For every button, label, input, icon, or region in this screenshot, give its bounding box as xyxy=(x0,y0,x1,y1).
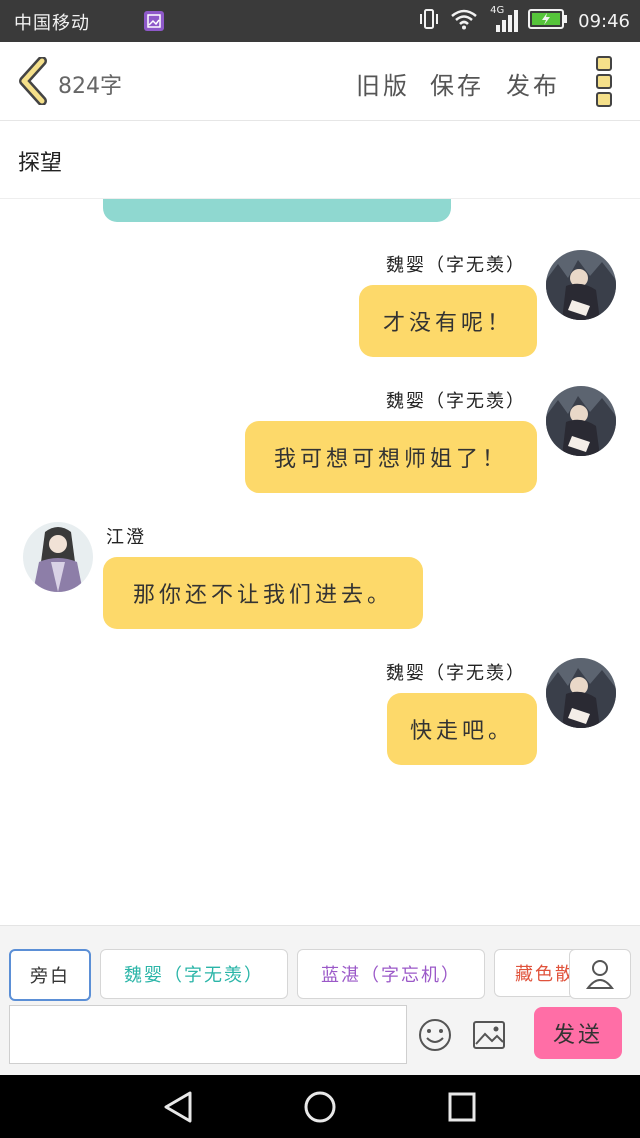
speaker-name: 魏婴（字无羡） xyxy=(386,663,526,684)
message-input[interactable] xyxy=(9,1005,407,1064)
avatar-wei-ying[interactable] xyxy=(546,250,616,320)
chat-area[interactable]: 魏婴（字无羡） 才没有呢！ 魏婴（字无羡） 我可想可想师姐了！ 江澄 那你还不让… xyxy=(0,199,640,925)
carrier-name: 中国移动 xyxy=(14,13,90,34)
chip-label: 旁白 xyxy=(30,966,70,987)
speaker-name: 江澄 xyxy=(106,527,146,548)
nav-recents-icon[interactable] xyxy=(447,1091,477,1123)
publish-button[interactable]: 发布 xyxy=(506,66,560,101)
more-menu-icon[interactable] xyxy=(592,56,616,108)
status-bar: 中国移动 4G 09:46 xyxy=(0,0,640,42)
chip-label: 蓝湛（字忘机） xyxy=(321,965,461,986)
add-character-button[interactable] xyxy=(569,949,631,999)
gallery-notification-icon xyxy=(144,11,164,31)
save-button[interactable]: 保存 xyxy=(430,66,484,101)
system-nav-bar xyxy=(0,1075,640,1138)
message-bubble[interactable]: 我可想可想师姐了！ xyxy=(245,421,537,493)
editor-toolbar: 824字 旧版 保存 发布 xyxy=(0,42,640,121)
chip-label: 魏婴（字无羡） xyxy=(124,965,264,986)
story-title[interactable]: 探望 xyxy=(18,145,62,177)
message-bubble[interactable]: 那你还不让我们进去。 xyxy=(103,557,423,629)
speaker-name: 魏婴（字无羡） xyxy=(386,255,526,276)
message-bubble[interactable]: 快走吧。 xyxy=(387,693,537,765)
word-count: 824字 xyxy=(58,74,122,99)
story-title-bar: 探望 xyxy=(0,121,640,199)
clock: 09:46 xyxy=(578,10,630,32)
old-version-button[interactable]: 旧版 xyxy=(356,66,410,101)
avatar-jiang-cheng[interactable] xyxy=(23,522,93,592)
character-chip-wei-ying[interactable]: 魏婴（字无羡） xyxy=(100,949,288,999)
character-chip-narrator[interactable]: 旁白 xyxy=(9,949,91,1001)
back-arrow-icon[interactable] xyxy=(16,57,50,105)
battery-icon xyxy=(528,8,568,34)
avatar-wei-ying[interactable] xyxy=(546,658,616,728)
wifi-icon xyxy=(450,8,478,34)
speaker-name: 魏婴（字无羡） xyxy=(386,391,526,412)
send-button[interactable]: 发送 xyxy=(534,1007,622,1059)
message-bubble-partial[interactable] xyxy=(103,199,451,222)
avatar-wei-ying[interactable] xyxy=(546,386,616,456)
signal-icon: 4G xyxy=(488,5,519,33)
vibrate-icon xyxy=(418,8,440,34)
image-icon[interactable] xyxy=(472,1020,506,1050)
character-chip-lan-zhan[interactable]: 蓝湛（字忘机） xyxy=(297,949,485,999)
composer-panel: 旁白 魏婴（字无羡） 蓝湛（字忘机） 藏色散人 发送 xyxy=(0,925,640,1076)
nav-home-icon[interactable] xyxy=(303,1090,337,1124)
person-icon xyxy=(585,960,615,989)
nav-back-icon[interactable] xyxy=(162,1090,194,1124)
message-bubble[interactable]: 才没有呢！ xyxy=(359,285,537,357)
emoji-icon[interactable] xyxy=(418,1018,452,1052)
